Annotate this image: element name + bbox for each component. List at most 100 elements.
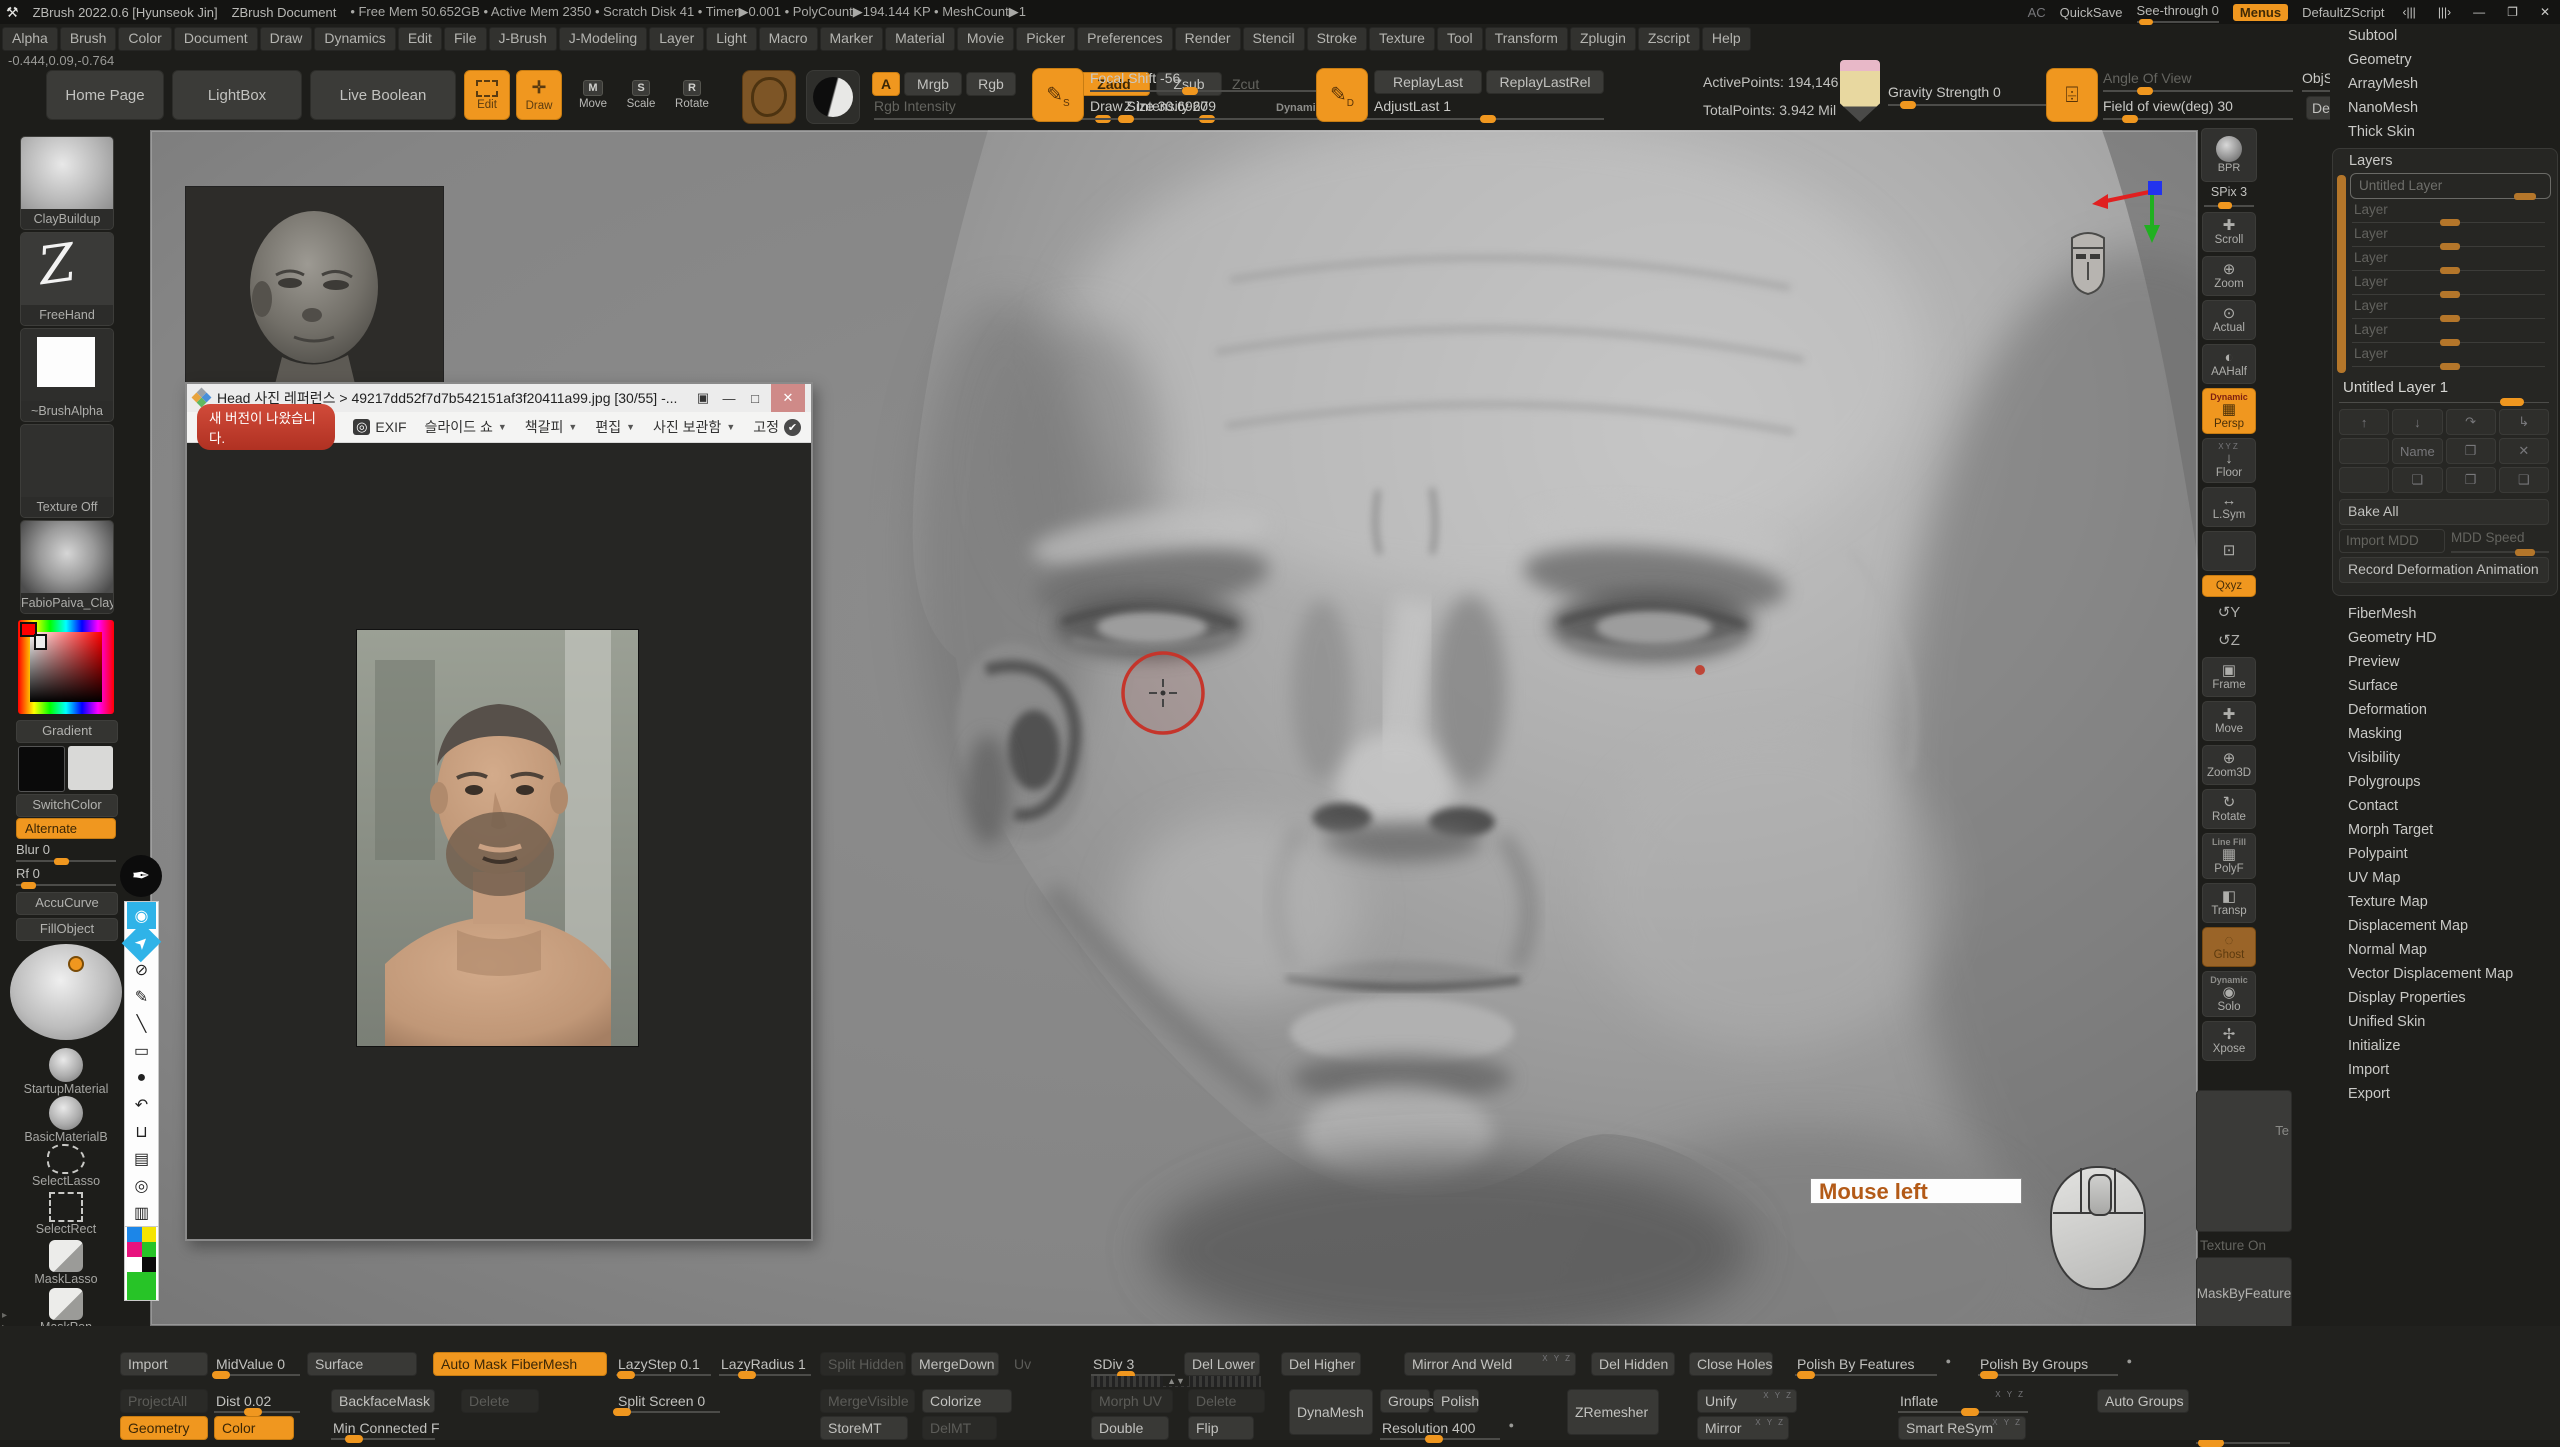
- layer-action-button[interactable]: ❑: [2499, 467, 2549, 493]
- panel-section[interactable]: Geometry HD: [2330, 626, 2560, 650]
- lazystep-slider[interactable]: LazyStep 0.1: [616, 1352, 711, 1376]
- layers-scrollbar[interactable]: [2337, 175, 2346, 373]
- menu-item[interactable]: Edit: [398, 27, 442, 51]
- split-screen-slider[interactable]: Split Screen 0: [616, 1389, 720, 1413]
- new-version-button[interactable]: 새 버전이 나왔습니다.: [197, 404, 335, 450]
- anchor-a-button[interactable]: A: [872, 72, 900, 96]
- accucurve-button[interactable]: AccuCurve: [16, 892, 118, 915]
- pencil-edit-icon[interactable]: ✎: [127, 983, 156, 1010]
- rotate-z-button[interactable]: ↺Z: [2202, 629, 2256, 653]
- zremesher-button[interactable]: ZRemesher: [1567, 1389, 1659, 1435]
- gyro-scale-button[interactable]: S Scale: [620, 70, 662, 120]
- panel-section[interactable]: Import: [2330, 1058, 2560, 1082]
- dot-icon[interactable]: ●: [127, 1064, 156, 1091]
- texture-tile[interactable]: Texture Off: [20, 424, 114, 518]
- dock-left-icon[interactable]: ‹|||: [2398, 5, 2419, 19]
- import-mdd-button[interactable]: Import MDD: [2339, 529, 2445, 553]
- layer-row[interactable]: Layer: [2350, 249, 2551, 273]
- polish-by-groups-slider[interactable]: Polish By Groups ●: [1978, 1352, 2118, 1376]
- colorize-button[interactable]: Colorize: [922, 1389, 1012, 1413]
- camera-icon[interactable]: ◎: [127, 1172, 156, 1199]
- menu-item[interactable]: Layer: [649, 27, 704, 51]
- smart-resym-button[interactable]: Smart ReSym X Y Z: [1898, 1416, 2026, 1440]
- layer-action-button[interactable]: ✕: [2499, 438, 2549, 464]
- panel-section[interactable]: FiberMesh: [2330, 602, 2560, 626]
- flip-button[interactable]: Flip: [1188, 1416, 1254, 1440]
- menu-item[interactable]: Transform: [1485, 27, 1568, 51]
- swatch-blue[interactable]: [127, 1227, 142, 1242]
- mrgb-button[interactable]: Mrgb: [904, 72, 962, 96]
- reference-window[interactable]: Head 사진 레퍼런스 > 49217dd52f7d7b542151af3f2…: [185, 382, 813, 1241]
- layer-row[interactable]: Layer: [2350, 201, 2551, 225]
- home-page-button[interactable]: Home Page: [46, 70, 164, 120]
- eraser-icon[interactable]: ▭: [127, 1037, 156, 1064]
- zoom3d-button[interactable]: ⊕ Zoom3D: [2202, 745, 2256, 785]
- del-hidden-button[interactable]: Del Hidden: [1591, 1352, 1675, 1376]
- switchcolor-button[interactable]: SwitchColor: [16, 794, 118, 817]
- see-through-slider[interactable]: See-through 0: [2137, 3, 2219, 21]
- ref-minimize-button[interactable]: —: [719, 391, 739, 406]
- split-hidden-button[interactable]: Split Hidden: [820, 1352, 906, 1376]
- quicksave-button[interactable]: QuickSave: [2060, 5, 2123, 20]
- menu-item[interactable]: Zscript: [1638, 27, 1700, 51]
- groups-button[interactable]: Groups: [1380, 1389, 1430, 1413]
- rgb-button[interactable]: Rgb: [966, 72, 1016, 96]
- stroke-type-tile[interactable]: [742, 70, 796, 124]
- ref-close-button[interactable]: ✕: [771, 384, 805, 412]
- panel-section[interactable]: Deformation: [2330, 698, 2560, 722]
- swatch-green[interactable]: [142, 1242, 157, 1257]
- exif-button[interactable]: ◎ EXIF: [353, 419, 406, 435]
- zoom-button[interactable]: ⊕ Zoom: [2202, 256, 2256, 296]
- color-button[interactable]: Color: [214, 1416, 294, 1440]
- layer-action-button[interactable]: ↷: [2446, 409, 2496, 435]
- mdd-speed-slider[interactable]: MDD Speed: [2451, 529, 2549, 553]
- menu-item[interactable]: Alpha: [2, 27, 58, 51]
- brush-tile-claybuildup[interactable]: ClayBuildup: [20, 136, 114, 230]
- material-tile-fabiopaiva[interactable]: FabioPaiva_Clay2: [20, 520, 114, 614]
- gyro-move-button[interactable]: M Move: [572, 70, 614, 120]
- restore-button[interactable]: ❐: [2503, 5, 2522, 19]
- new-layer-input[interactable]: Untitled Layer: [2350, 173, 2551, 199]
- panel-section[interactable]: ArrayMesh: [2330, 72, 2560, 96]
- auto-mask-fibermesh-button[interactable]: Auto Mask FiberMesh: [433, 1352, 607, 1376]
- aahalf-button[interactable]: ◐ AAHalf: [2202, 344, 2256, 384]
- import-button[interactable]: Import: [120, 1352, 208, 1376]
- panel-section[interactable]: Polygroups: [2330, 770, 2560, 794]
- menu-item[interactable]: Stroke: [1307, 27, 1367, 51]
- panel-section[interactable]: Vector Displacement Map: [2330, 962, 2560, 986]
- layer-row[interactable]: Layer: [2350, 297, 2551, 321]
- focal-shift-slider[interactable]: Focal Shift -56: [1090, 70, 1320, 92]
- live-boolean-button[interactable]: Live Boolean: [310, 70, 456, 120]
- rotate-y-button[interactable]: ↺Y: [2202, 601, 2256, 625]
- layer-row[interactable]: Layer: [2350, 321, 2551, 345]
- dist-slider[interactable]: Dist 0.02: [214, 1389, 300, 1413]
- gradient-button[interactable]: Gradient: [16, 720, 118, 743]
- scroll-button[interactable]: ✚ Scroll: [2202, 212, 2256, 252]
- panel-section[interactable]: Visibility: [2330, 746, 2560, 770]
- panel-section[interactable]: Subtool: [2330, 24, 2560, 48]
- panel-section[interactable]: Geometry: [2330, 48, 2560, 72]
- panel-section[interactable]: Surface: [2330, 674, 2560, 698]
- mini-tile[interactable]: StartupMaterial: [20, 1048, 112, 1096]
- delmt-button[interactable]: DelMT: [922, 1416, 997, 1440]
- bpr-button[interactable]: BPR: [2201, 128, 2257, 182]
- main-color-swatch[interactable]: [18, 746, 65, 792]
- mini-tile[interactable]: SelectRect: [20, 1192, 112, 1236]
- panel-section[interactable]: Normal Map: [2330, 938, 2560, 962]
- sdiv-slider[interactable]: SDiv 3: [1091, 1352, 1175, 1376]
- photo-archive-menu[interactable]: 사진 보관함▼: [653, 417, 735, 437]
- layer-action-button[interactable]: Name: [2392, 438, 2442, 464]
- ghost-button[interactable]: ◌ Ghost: [2202, 927, 2256, 967]
- angle-of-view-slider[interactable]: Angle Of View: [2103, 70, 2293, 92]
- menu-item[interactable]: Render: [1175, 27, 1241, 51]
- line-icon[interactable]: ╲: [127, 1010, 156, 1037]
- menus-button[interactable]: Menus: [2233, 4, 2288, 21]
- layer-action-button[interactable]: ↑: [2339, 409, 2389, 435]
- menu-item[interactable]: Zplugin: [1570, 27, 1636, 51]
- del-higher-button[interactable]: Del Higher: [1281, 1352, 1361, 1376]
- minimize-button[interactable]: —: [2469, 5, 2489, 19]
- geometry-button[interactable]: Geometry: [120, 1416, 208, 1440]
- panel-section[interactable]: Display Properties: [2330, 986, 2560, 1010]
- swatch-magenta[interactable]: [127, 1242, 142, 1257]
- rf-slider[interactable]: Rf 0: [16, 866, 116, 886]
